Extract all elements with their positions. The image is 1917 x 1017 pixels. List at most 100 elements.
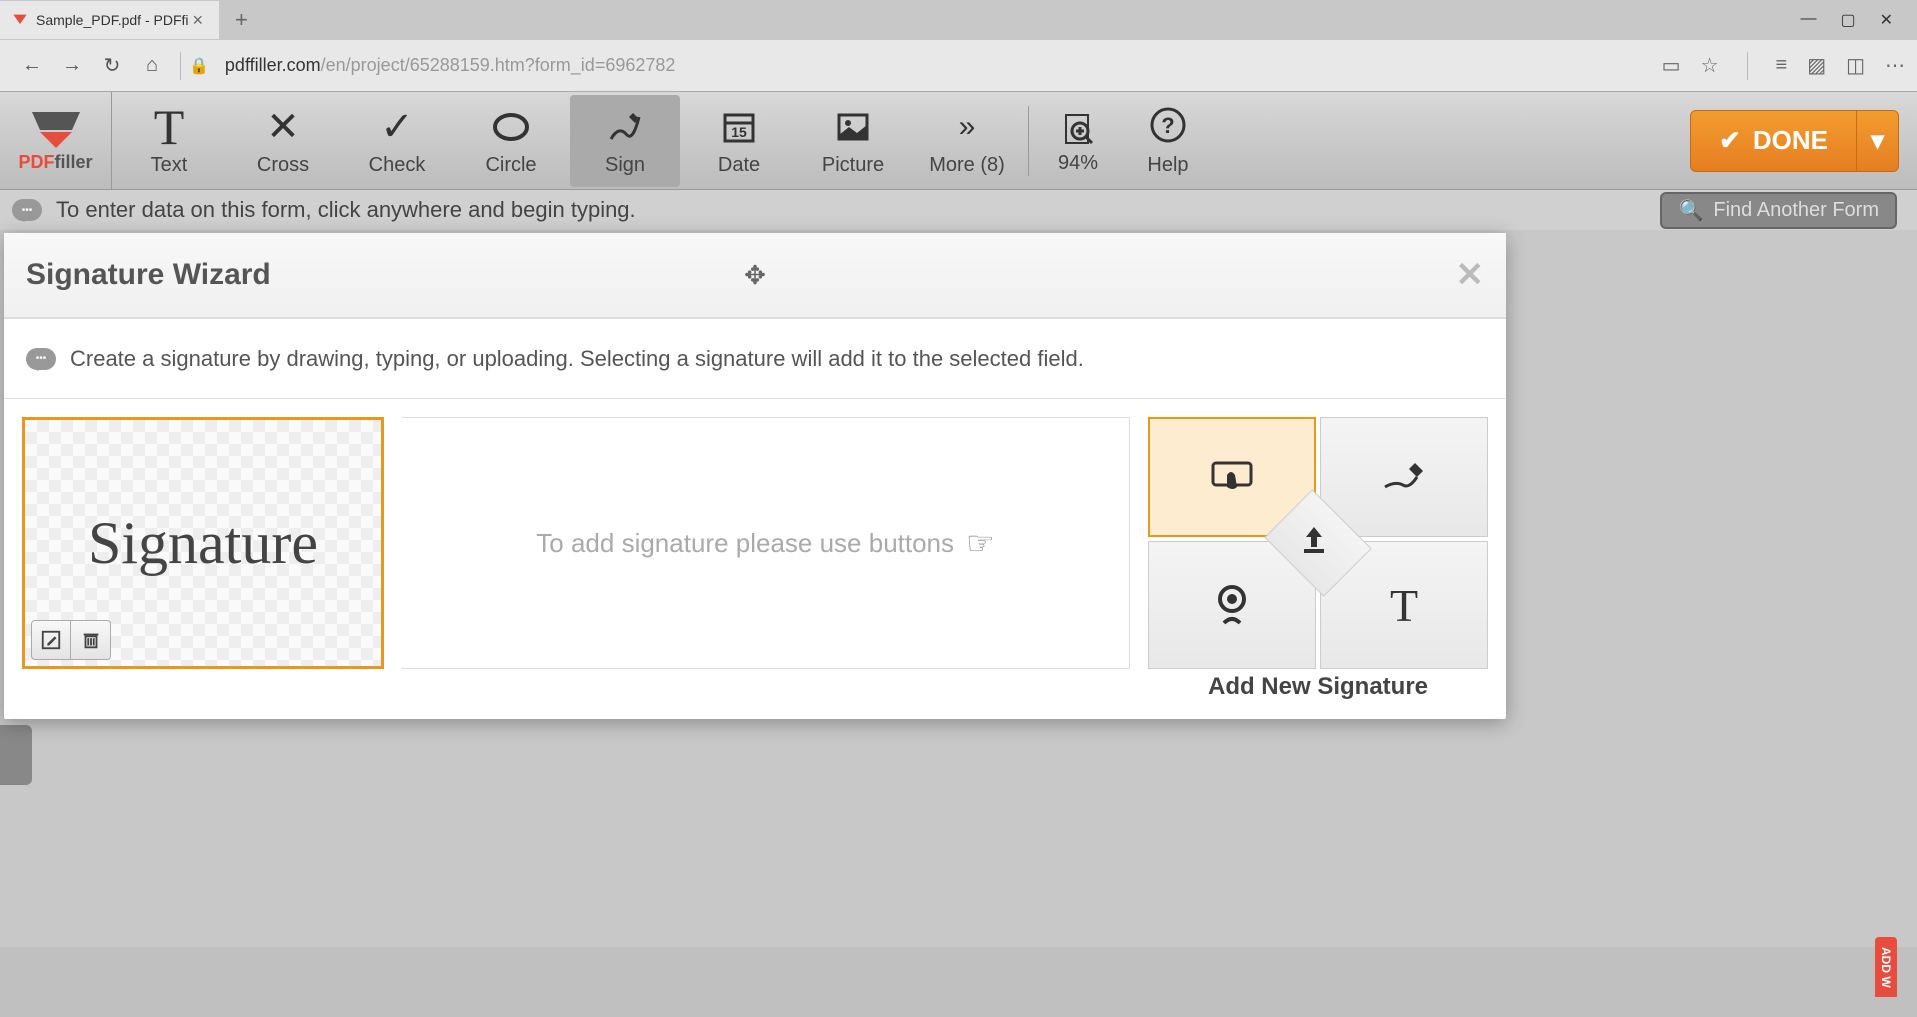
- home-icon[interactable]: ⌂: [132, 54, 172, 77]
- addr-right: ▭ ☆ ≡ ▨ ◫ ⋯: [1662, 52, 1905, 80]
- add-widget-tab[interactable]: ADD W: [1875, 937, 1897, 997]
- minimize-icon[interactable]: —: [1800, 10, 1816, 30]
- checkmark-icon: ✔: [1719, 125, 1741, 156]
- pdffiller-logo[interactable]: PDFfiller: [0, 92, 112, 189]
- favorite-icon[interactable]: ☆: [1701, 53, 1719, 78]
- signature-actions: [31, 620, 111, 660]
- toolbar-separator: [1028, 106, 1029, 176]
- address-bar: ← → ↻ ⌂ 🔒 pdffiller.com/en/project/65288…: [0, 40, 1917, 92]
- logo-text: PDFfiller: [18, 152, 92, 173]
- notes-icon[interactable]: ▨: [1807, 53, 1826, 78]
- text-tool-button[interactable]: T Text: [114, 95, 224, 187]
- method-grid: T: [1148, 417, 1488, 663]
- webcam-icon: [1212, 583, 1252, 627]
- zoom-label: 94%: [1058, 152, 1098, 175]
- url-host: pdffiller.com: [225, 55, 321, 75]
- more-tools-button[interactable]: » More (8): [912, 95, 1022, 187]
- tab-close-icon[interactable]: ×: [189, 10, 208, 31]
- picture-label: Picture: [822, 154, 884, 177]
- modal-info-bar: ••• Create a signature by drawing, typin…: [4, 319, 1506, 399]
- cross-label: Cross: [257, 154, 309, 177]
- delete-signature-button[interactable]: [71, 620, 111, 660]
- left-panel-toggle[interactable]: [0, 725, 32, 785]
- modal-body: Signature To add signature please use bu…: [4, 399, 1506, 719]
- speech-bubble-icon: •••: [26, 348, 56, 370]
- more-icon[interactable]: ⋯: [1885, 53, 1905, 78]
- help-label: Help: [1147, 154, 1188, 177]
- picture-icon: [833, 104, 873, 150]
- modal-header: Signature Wizard ✥ ✕: [4, 233, 1506, 319]
- circle-label: Circle: [485, 154, 536, 177]
- done-dropdown-caret[interactable]: ▾: [1856, 111, 1898, 171]
- circle-icon: [491, 104, 531, 150]
- tab-title: Sample_PDF.pdf - PDFfi: [36, 12, 189, 28]
- reading-list-icon[interactable]: ≡: [1776, 54, 1788, 77]
- browser-tab[interactable]: Sample_PDF.pdf - PDFfi ×: [0, 1, 219, 39]
- pdffiller-logo-icon: [26, 108, 86, 148]
- share-icon[interactable]: ◫: [1846, 53, 1865, 78]
- app-toolbar: PDFfiller T Text ✕ Cross ✓ Check Circle …: [0, 92, 1917, 190]
- svg-text:?: ?: [1161, 113, 1174, 138]
- edit-icon: [40, 629, 62, 651]
- trash-icon: [80, 629, 102, 651]
- text-icon: T: [154, 104, 185, 150]
- check-label: Check: [369, 154, 426, 177]
- divider: [1747, 52, 1748, 80]
- sign-tool-button[interactable]: Sign: [570, 95, 680, 187]
- speech-bubble-icon: •••: [12, 199, 42, 221]
- text-label: Text: [151, 154, 188, 177]
- refresh-icon[interactable]: ↻: [92, 53, 132, 78]
- modal-close-button[interactable]: ✕: [1456, 255, 1485, 295]
- date-label: Date: [718, 154, 760, 177]
- new-tab-button[interactable]: +: [219, 7, 264, 33]
- divider: [180, 52, 181, 80]
- browser-chrome: Sample_PDF.pdf - PDFfi × + — ▢ ✕ ← → ↻ ⌂…: [0, 0, 1917, 92]
- reading-view-icon[interactable]: ▭: [1662, 53, 1681, 78]
- bottom-background: [0, 947, 1917, 1017]
- find-another-form-button[interactable]: 🔍 Find Another Form: [1660, 192, 1897, 229]
- url-path: /en/project/65288159.htm?form_id=6962782: [321, 55, 676, 75]
- find-form-label: Find Another Form: [1713, 199, 1879, 222]
- back-icon[interactable]: ←: [12, 54, 52, 77]
- more-label: More (8): [929, 154, 1005, 177]
- draw-pen-icon: [1379, 457, 1429, 497]
- phone-touch-icon: [1207, 457, 1257, 497]
- url-display[interactable]: pdffiller.com/en/project/65288159.htm?fo…: [225, 55, 1662, 76]
- check-tool-button[interactable]: ✓ Check: [342, 95, 452, 187]
- circle-tool-button[interactable]: Circle: [456, 95, 566, 187]
- signature-thumbnail[interactable]: Signature: [22, 417, 384, 669]
- placeholder-text: To add signature please use buttons: [536, 528, 954, 559]
- done-button[interactable]: ✔ DONE ▾: [1690, 110, 1899, 172]
- lock-icon: 🔒: [189, 56, 209, 76]
- pointing-hand-icon: ☞: [966, 524, 995, 562]
- date-icon: 15: [719, 104, 759, 150]
- maximize-icon[interactable]: ▢: [1840, 10, 1855, 30]
- date-tool-button[interactable]: 15 Date: [684, 95, 794, 187]
- tab-bar: Sample_PDF.pdf - PDFfi × + — ▢ ✕: [0, 0, 1917, 40]
- check-icon: ✓: [380, 104, 414, 150]
- move-handle-icon[interactable]: ✥: [744, 260, 766, 291]
- draw-signature-button[interactable]: [1320, 417, 1488, 537]
- hint-bar: ••• To enter data on this form, click an…: [0, 190, 1917, 230]
- edit-signature-button[interactable]: [31, 620, 71, 660]
- help-button[interactable]: ? Help: [1123, 95, 1213, 187]
- cross-icon: ✕: [266, 104, 300, 150]
- more-chevron-icon: »: [959, 104, 976, 150]
- close-window-icon[interactable]: ✕: [1880, 10, 1893, 30]
- signature-wizard-modal: Signature Wizard ✥ ✕ ••• Create a signat…: [4, 233, 1506, 719]
- done-label: DONE: [1753, 125, 1828, 156]
- help-icon: ?: [1148, 105, 1188, 154]
- cross-tool-button[interactable]: ✕ Cross: [228, 95, 338, 187]
- pdffiller-favicon-icon: [12, 12, 28, 28]
- type-text-icon: T: [1390, 579, 1418, 632]
- modal-info-text: Create a signature by drawing, typing, o…: [70, 346, 1084, 372]
- zoom-button[interactable]: 94%: [1033, 95, 1123, 187]
- forward-icon[interactable]: →: [52, 54, 92, 77]
- svg-text:15: 15: [731, 124, 747, 140]
- signature-methods: T Add New Signature: [1148, 417, 1488, 701]
- picture-tool-button[interactable]: Picture: [798, 95, 908, 187]
- search-icon: 🔍: [1678, 198, 1703, 223]
- window-controls: — ▢ ✕: [1800, 10, 1917, 30]
- signature-sample-text: Signature: [88, 509, 318, 578]
- sign-icon: [605, 104, 645, 150]
